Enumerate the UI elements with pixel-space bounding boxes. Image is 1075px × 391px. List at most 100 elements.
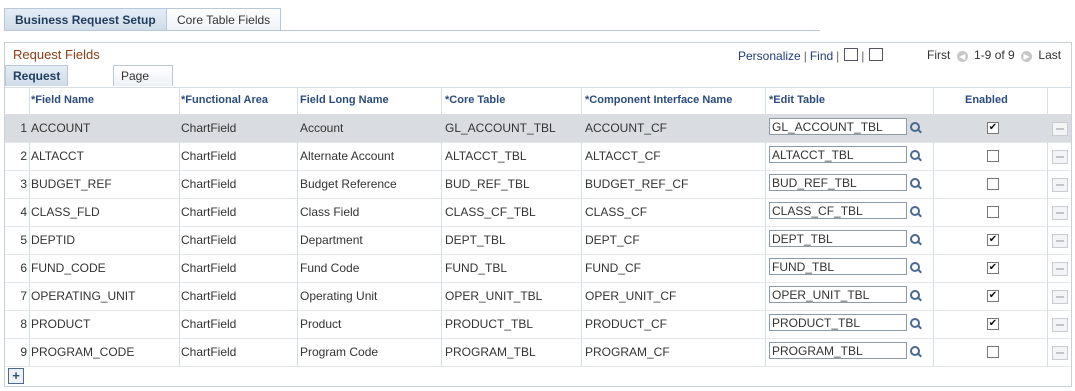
- header-field-long-name[interactable]: Field Long Name: [300, 94, 389, 106]
- header-core-table[interactable]: *Core Table: [445, 94, 505, 106]
- enabled-checkbox[interactable]: ✔: [987, 318, 999, 330]
- field-name-cell: CLASS_FLD: [31, 205, 100, 219]
- lookup-icon[interactable]: [910, 122, 921, 133]
- field-long-name-cell: Product: [300, 317, 342, 331]
- enabled-checkbox[interactable]: [987, 346, 999, 358]
- field-name-cell: OPERATING_UNIT: [31, 289, 136, 303]
- delete-row-icon[interactable]: [1052, 290, 1068, 304]
- view-all-icon[interactable]: [844, 48, 859, 61]
- enabled-checkbox[interactable]: ✔: [987, 122, 999, 134]
- field-long-name-cell: Operating Unit: [300, 289, 378, 303]
- edit-table-input[interactable]: FUND_TBL: [769, 258, 907, 275]
- tab-page-transfer-details[interactable]: Page Transfer Details: [113, 65, 174, 123]
- lookup-icon[interactable]: [910, 290, 921, 301]
- row-number: 2: [20, 149, 27, 163]
- field-long-name-cell: Program Code: [300, 345, 379, 359]
- edit-table-input[interactable]: DEPT_TBL: [769, 230, 907, 247]
- functional-area-cell: ChartField: [181, 289, 237, 303]
- tab-core-table-fields[interactable]: Core Table Fields: [166, 8, 282, 31]
- grid-title: Request Fields: [13, 47, 100, 62]
- tab-request-fields[interactable]: Request Fields: [5, 65, 69, 103]
- column-divider: [581, 87, 582, 367]
- personalize-link[interactable]: Personalize: [738, 49, 801, 63]
- header-enabled[interactable]: Enabled: [965, 94, 1008, 106]
- ci-name-cell: FUND_CF: [585, 261, 641, 275]
- enabled-checkbox[interactable]: ✔: [987, 262, 999, 274]
- lookup-icon[interactable]: [910, 234, 921, 245]
- lookup-icon[interactable]: [910, 318, 921, 329]
- next-icon[interactable]: ▶: [1021, 51, 1033, 62]
- edit-table-input[interactable]: OPER_UNIT_TBL: [769, 286, 907, 303]
- delete-row-icon[interactable]: [1052, 318, 1068, 332]
- row-range: 1-9 of 9: [974, 48, 1015, 62]
- add-row-button[interactable]: +: [8, 368, 24, 384]
- delete-row-icon[interactable]: [1052, 178, 1068, 192]
- ci-name-cell: ACCOUNT_CF: [585, 121, 668, 135]
- table-row[interactable]: 6 FUND_CODE ChartField Fund Code FUND_TBL FUN…: [5, 254, 1071, 283]
- table-row[interactable]: 8 PRODUCT ChartField Product PRODUCT_TBL PROD…: [5, 310, 1071, 339]
- functional-area-cell: ChartField: [181, 261, 237, 275]
- field-long-name-cell: Class Field: [300, 205, 360, 219]
- functional-area-cell: ChartField: [181, 345, 237, 359]
- table-header: *Field Name *Functional Area Field Long …: [5, 87, 1071, 115]
- column-divider: [441, 87, 442, 367]
- core-table-cell: DEPT_TBL: [445, 233, 506, 247]
- table-row[interactable]: 3 BUDGET_REF ChartField Budget Reference BUD…: [5, 170, 1071, 199]
- table-row[interactable]: 4 CLASS_FLD ChartField Class Field CLASS_CF_…: [5, 198, 1071, 227]
- find-link[interactable]: Find: [810, 49, 833, 63]
- ci-name-cell: CLASS_CF: [585, 205, 648, 219]
- lookup-icon[interactable]: [910, 178, 921, 189]
- edit-table-input[interactable]: CLASS_CF_TBL: [769, 202, 907, 219]
- field-long-name-cell: Budget Reference: [300, 177, 397, 191]
- edit-table-input[interactable]: ALTACCT_TBL: [769, 146, 907, 163]
- functional-area-cell: ChartField: [181, 149, 237, 163]
- table-row[interactable]: 9 PROGRAM_CODE ChartField Program Code PROGR…: [5, 338, 1071, 367]
- previous-icon[interactable]: ◀: [956, 51, 968, 62]
- last-label: Last: [1038, 48, 1062, 62]
- core-table-cell: PROGRAM_TBL: [445, 345, 536, 359]
- table-row[interactable]: 5 DEPTID ChartField Department DEPT_TBL DEPT_…: [5, 226, 1071, 255]
- delete-row-icon[interactable]: [1052, 262, 1068, 276]
- table-row[interactable]: 2 ALTACCT ChartField Alternate Account ALTAC…: [5, 142, 1071, 171]
- header-field-name[interactable]: *Field Name: [31, 94, 94, 106]
- row-number: 8: [20, 317, 27, 331]
- lookup-icon[interactable]: [910, 150, 921, 161]
- enabled-checkbox[interactable]: ✔: [987, 234, 999, 246]
- delete-row-icon[interactable]: [1052, 346, 1068, 360]
- delete-row-icon[interactable]: [1052, 206, 1068, 220]
- header-ci-name[interactable]: *Component Interface Name: [585, 94, 732, 106]
- lookup-icon[interactable]: [910, 206, 921, 217]
- delete-row-icon[interactable]: [1052, 234, 1068, 248]
- ci-name-cell: BUDGET_REF_CF: [585, 177, 689, 191]
- row-number: 1: [20, 121, 27, 135]
- lookup-icon[interactable]: [910, 262, 921, 273]
- enabled-checkbox[interactable]: [987, 150, 999, 162]
- field-long-name-cell: Alternate Account: [300, 149, 395, 163]
- edit-table-input[interactable]: GL_ACCOUNT_TBL: [769, 118, 907, 135]
- column-divider: [179, 87, 180, 367]
- header-edit-table[interactable]: *Edit Table: [769, 94, 825, 106]
- delete-row-icon[interactable]: [1052, 150, 1068, 164]
- row-number: 5: [20, 233, 27, 247]
- delete-row-icon[interactable]: [1052, 122, 1068, 136]
- edit-table-input[interactable]: PROGRAM_TBL: [769, 342, 907, 359]
- table-row[interactable]: 7 OPERATING_UNIT ChartField Operating Unit O…: [5, 282, 1071, 311]
- column-divider: [933, 87, 934, 367]
- enabled-checkbox[interactable]: ✔: [987, 290, 999, 302]
- enabled-checkbox[interactable]: [987, 178, 999, 190]
- edit-table-input[interactable]: BUD_REF_TBL: [769, 174, 907, 191]
- edit-table-input[interactable]: PRODUCT_TBL: [769, 314, 907, 331]
- grid-toolbar: Personalize | Find | |: [738, 48, 884, 63]
- header-functional-area[interactable]: *Functional Area: [181, 94, 268, 106]
- column-divider: [1047, 87, 1048, 367]
- column-divider: [765, 87, 766, 367]
- download-icon[interactable]: [869, 48, 884, 61]
- table-row[interactable]: 1 ACCOUNT ChartField Account GL_ACCOUNT_TBL A…: [5, 114, 1071, 143]
- lookup-icon[interactable]: [910, 346, 921, 357]
- row-number: 7: [20, 289, 27, 303]
- functional-area-cell: ChartField: [181, 317, 237, 331]
- tab-business-request-setup[interactable]: Business Request Setup: [4, 8, 167, 31]
- ci-name-cell: PROGRAM_CF: [585, 345, 670, 359]
- field-name-cell: PROGRAM_CODE: [31, 345, 135, 359]
- enabled-checkbox[interactable]: [987, 206, 999, 218]
